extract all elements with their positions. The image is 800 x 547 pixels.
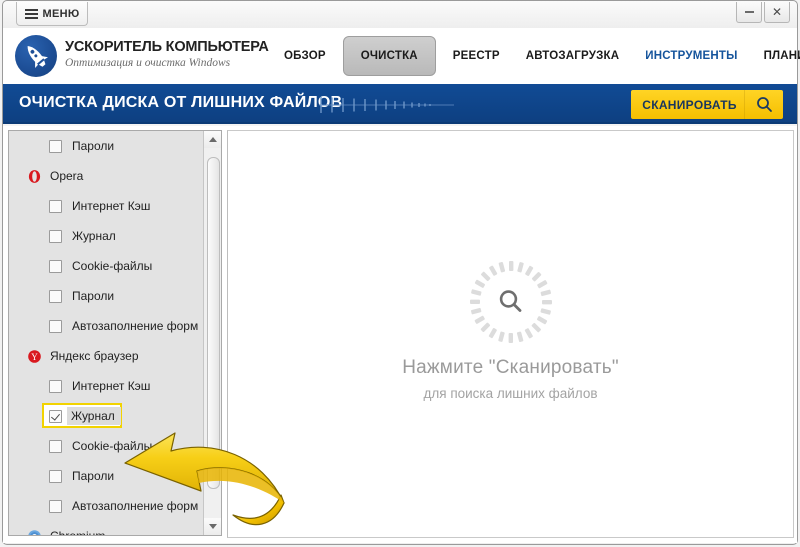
list-group-chromium[interactable]: Chromium: [9, 521, 205, 535]
rocket-logo-icon: [15, 35, 57, 77]
list-group-label: Opera: [50, 169, 84, 183]
nav-item-cleanup[interactable]: ОЧИСТКА: [342, 36, 436, 76]
brand-subtitle: Оптимизация и очистка Windows: [65, 57, 231, 69]
nav-item-overview[interactable]: ОБЗОР: [271, 28, 339, 84]
results-panel: Нажмите "Сканировать" для поиска лишних …: [227, 130, 794, 538]
close-icon: ✕: [771, 5, 783, 19]
empty-state-subtitle: для поиска лишних файлов: [423, 386, 598, 401]
hamburger-icon: [24, 8, 38, 19]
list-item[interactable]: Cookie-файлы: [9, 251, 205, 281]
brand-text: УСКОРИТЕЛЬ КОМПЬЮТЕРА Оптимизация и очис…: [65, 39, 269, 70]
chromium-icon: [27, 529, 42, 535]
application-window: МЕНЮ ✕ УСКОРИТЕЛЬ КОМПЬЮТЕРА Оптимизация…: [0, 0, 800, 547]
checkbox[interactable]: [49, 439, 62, 453]
page-title-band: ОЧИСТКА ДИСКА ОТ ЛИШНИХ ФАЙЛОВ СКАНИРОВА…: [3, 84, 797, 124]
list-item[interactable]: Cookie-файлы: [9, 431, 205, 461]
list-item-label: Журнал: [67, 407, 121, 425]
list-item-selected[interactable]: Журнал: [9, 401, 205, 431]
list-item[interactable]: Пароли: [9, 131, 205, 161]
scrollbar-thumb[interactable]: [207, 157, 220, 489]
checkbox[interactable]: [49, 379, 62, 393]
checkbox[interactable]: [49, 469, 62, 483]
sidebar-scrollbar[interactable]: [203, 131, 221, 535]
checkbox[interactable]: [49, 259, 62, 273]
content-area: Пароли Opera Интернет Кэш Журнал Cookie-…: [3, 126, 797, 543]
menu-button[interactable]: МЕНЮ: [16, 2, 88, 26]
scan-button-label: СКАНИРОВАТЬ: [642, 97, 737, 112]
list-item[interactable]: Журнал: [9, 221, 205, 251]
list-item[interactable]: Пароли: [9, 281, 205, 311]
checkbox-checked[interactable]: [49, 409, 62, 423]
nav-item-startup[interactable]: АВТОЗАГРУЗКА: [513, 28, 633, 84]
scroll-down-button[interactable]: [204, 518, 221, 535]
minimize-button[interactable]: [736, 2, 762, 23]
list-group-yandex[interactable]: Y Яндекс браузер: [9, 341, 205, 371]
ruler-decoration-icon: [319, 96, 459, 114]
chevron-up-icon: [208, 137, 217, 142]
list-item-label: Интернет Кэш: [72, 199, 151, 213]
checkbox[interactable]: [49, 319, 62, 333]
yandex-icon: Y: [27, 349, 42, 364]
list-item-label: Пароли: [72, 469, 115, 483]
list-item-label: Пароли: [72, 289, 115, 303]
nav-item-scheduler[interactable]: ПЛАНИРОВЩИК: [751, 28, 800, 84]
scroll-up-button[interactable]: [204, 131, 221, 148]
cleanup-items-list: Пароли Opera Интернет Кэш Журнал Cookie-…: [9, 131, 205, 535]
list-item[interactable]: Интернет Кэш: [9, 191, 205, 221]
list-group-label: Яндекс браузер: [50, 349, 139, 363]
nav-item-registry[interactable]: РЕЕСТР: [440, 28, 513, 84]
brand-nav-bar: УСКОРИТЕЛЬ КОМПЬЮТЕРА Оптимизация и очис…: [3, 28, 800, 85]
list-item[interactable]: Пароли: [9, 461, 205, 491]
list-item-label: Интернет Кэш: [72, 379, 151, 393]
search-spinner-icon: [468, 259, 554, 345]
list-group-label: Chromium: [50, 529, 105, 535]
nav-item-tools[interactable]: ИНСТРУМЕНТЫ: [632, 28, 750, 84]
menu-button-label: МЕНЮ: [42, 7, 80, 20]
list-item-label: Пароли: [72, 139, 115, 153]
checkbox[interactable]: [49, 229, 62, 243]
search-icon: [744, 90, 783, 119]
list-item-label: Cookie-файлы: [72, 259, 153, 273]
list-item[interactable]: Автозаполнение форм: [9, 311, 205, 341]
page-title: ОЧИСТКА ДИСКА ОТ ЛИШНИХ ФАЙЛОВ: [19, 94, 343, 111]
minimize-icon: [744, 11, 754, 13]
list-item[interactable]: Интернет Кэш: [9, 371, 205, 401]
checkbox[interactable]: [49, 139, 62, 153]
list-item-label: Автозаполнение форм: [72, 499, 199, 513]
chevron-down-icon: [208, 524, 217, 529]
list-item-label: Автозаполнение форм: [72, 319, 199, 333]
svg-text:Y: Y: [31, 352, 38, 362]
checkbox[interactable]: [49, 289, 62, 303]
list-item[interactable]: Автозаполнение форм: [9, 491, 205, 521]
opera-icon: [27, 169, 42, 184]
list-group-opera[interactable]: Opera: [9, 161, 205, 191]
close-button[interactable]: ✕: [764, 2, 790, 23]
cleanup-items-sidebar: Пароли Opera Интернет Кэш Журнал Cookie-…: [8, 130, 222, 536]
list-item-label: Cookie-файлы: [72, 439, 153, 453]
empty-state-title: Нажмите "Сканировать": [402, 357, 619, 378]
list-item-label: Журнал: [72, 229, 116, 243]
checkbox[interactable]: [49, 499, 62, 513]
brand-title: УСКОРИТЕЛЬ КОМПЬЮТЕРА: [65, 39, 269, 55]
checkbox[interactable]: [49, 199, 62, 213]
title-bar: МЕНЮ ✕: [3, 1, 797, 28]
main-navigation: ОБЗОР ОЧИСТКА РЕЕСТР АВТОЗАГРУЗКА ИНСТРУ…: [271, 28, 800, 84]
scan-button[interactable]: СКАНИРОВАТЬ: [631, 90, 783, 119]
empty-state: Нажмите "Сканировать" для поиска лишних …: [228, 259, 793, 401]
